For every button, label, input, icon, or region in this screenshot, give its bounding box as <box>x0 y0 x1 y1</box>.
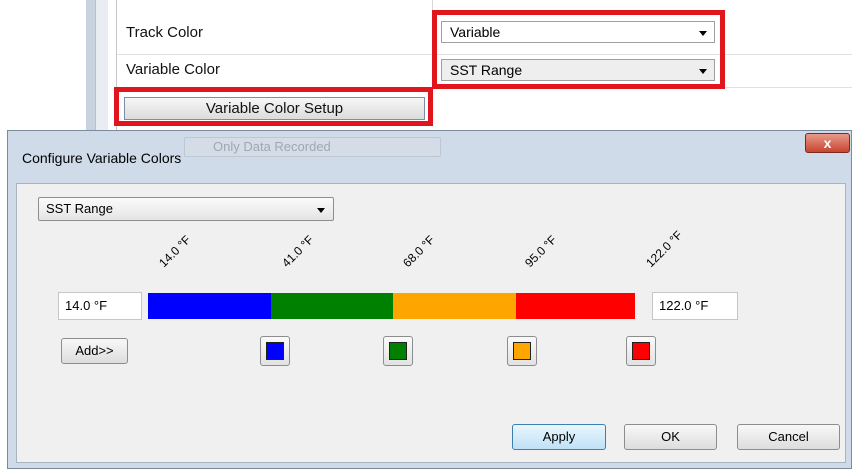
setup-button-highlight <box>114 87 433 126</box>
apply-button[interactable]: Apply <box>512 424 606 450</box>
color-swatch-button[interactable] <box>626 336 656 366</box>
close-icon: x <box>823 135 832 151</box>
add-button[interactable]: Add>> <box>61 338 128 364</box>
ok-button[interactable]: OK <box>624 424 717 450</box>
color-swatch-button[interactable] <box>383 336 413 366</box>
range-select[interactable]: SST Range <box>38 197 334 221</box>
max-temp-input[interactable]: 122.0 °F <box>652 292 738 320</box>
properties-panel: Track Color Variable Color Variable SST … <box>0 0 852 140</box>
dialog-title: Configure Variable Colors <box>22 150 182 166</box>
color-swatch-orange <box>513 342 531 360</box>
color-swatch-button[interactable] <box>260 336 290 366</box>
color-swatch-blue <box>266 342 284 360</box>
color-segment-orange <box>393 293 516 319</box>
color-segment-red <box>516 293 635 319</box>
panel-scroll-gutter <box>95 0 108 140</box>
color-swatch-button[interactable] <box>507 336 537 366</box>
dialog-content <box>16 183 846 463</box>
cancel-button[interactable]: Cancel <box>737 424 840 450</box>
color-range-bar <box>148 293 635 319</box>
color-swatch-green <box>389 342 407 360</box>
range-select-value: SST Range <box>46 201 113 216</box>
chevron-down-icon <box>317 208 325 213</box>
track-color-label: Track Color <box>126 24 203 41</box>
color-swatch-red <box>632 342 650 360</box>
panel-border <box>86 0 95 140</box>
color-dropdowns-highlight <box>432 10 725 89</box>
background-button-ghost: Only Data Recorded <box>184 137 441 157</box>
color-segment-blue <box>148 293 271 319</box>
color-segment-green <box>271 293 393 319</box>
variable-color-label: Variable Color <box>126 61 220 78</box>
close-button[interactable]: x <box>805 133 850 153</box>
min-temp-input[interactable]: 14.0 °F <box>58 292 142 320</box>
dialog-title-bar[interactable]: Only Data Recorded Configure Variable Co… <box>8 131 851 183</box>
